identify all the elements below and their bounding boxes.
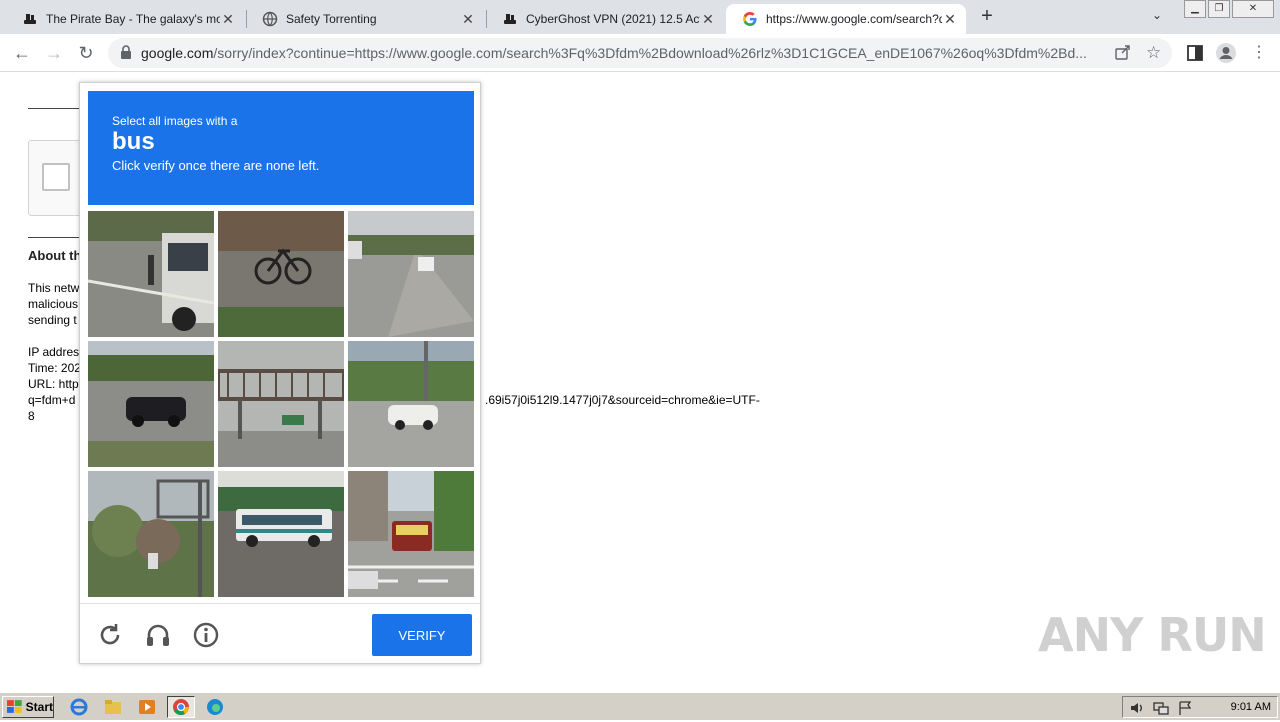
instruction-suffix: Click verify once there are none left. [112,158,320,173]
challenge-footer: VERIFY [80,603,480,663]
new-tab-button[interactable]: + [976,6,998,28]
menu-kebab-icon[interactable]: ⋮ [1248,42,1270,64]
reload-icon[interactable]: ↻ [74,41,98,65]
image-grid [88,211,474,597]
tab-title: Safety Torrenting [286,12,377,26]
image-tile-overhead-sign[interactable] [218,341,344,467]
reload-challenge-icon[interactable] [96,621,124,649]
window-close-button[interactable]: ✕ [1232,0,1274,18]
explanation-line: sending t [28,313,77,327]
address-bar[interactable]: google.com/sorry/index?continue=https://… [108,38,1172,68]
info-icon[interactable] [192,621,220,649]
tab-title: The Pirate Bay - The galaxy's most r [46,12,220,26]
close-icon[interactable]: ✕ [700,11,716,28]
challenge-header: Select all images with a bus Click verif… [88,91,474,205]
restore-button[interactable]: ❐ [1208,0,1230,18]
image-tile-bus-parking-lot[interactable] [218,471,344,597]
chrome-icon [173,699,190,716]
target-object: bus [112,128,155,155]
close-icon[interactable]: ✕ [460,11,476,28]
instruction-prefix: Select all images with a [112,114,238,128]
image-tile-white-car-road[interactable] [348,341,474,467]
url-query-line-tail: .69i57j0i512l9.1477j0j7&sourceid=chrome&… [485,393,760,407]
image-tile-bicycle-rack[interactable] [218,211,344,337]
ip-address-line: IP addres [28,345,80,359]
tab-title: https://www.google.com/search?q= [766,12,942,26]
flag-icon[interactable] [1177,700,1193,716]
file-explorer-icon[interactable] [102,697,124,717]
verify-button[interactable]: VERIFY [372,614,472,656]
tab-cyberghost[interactable]: CyberGhost VPN (2021) 12.5 Activat ✕ [486,4,724,34]
start-label: Start [25,700,53,714]
google-icon [743,12,757,26]
network-icon[interactable] [1153,700,1169,716]
browser-toolbar: ← → ↻ google.com/sorry/index?continue=ht… [0,34,1280,72]
globe-icon [262,11,278,27]
url-line: URL: http [28,377,79,391]
chrome-taskbar-button[interactable] [167,696,195,718]
windows-logo-icon [7,700,22,713]
image-tile-sign-bushes[interactable] [88,471,214,597]
image-tile-street-bus-front[interactable] [348,471,474,597]
tab-google-search[interactable]: https://www.google.com/search?q= ✕ [726,4,966,34]
media-player-icon[interactable] [136,697,158,717]
image-tile-road-car-far[interactable] [348,211,474,337]
lock-icon[interactable] [120,45,132,60]
explanation-line: This netw [28,281,80,295]
explanation-line: malicious [28,297,79,311]
url-host: google.com [141,45,214,61]
tab-strip: The Pirate Bay - The galaxy's most r ✕ S… [0,0,1280,34]
chevron-down-icon[interactable]: ⌄ [1152,8,1162,22]
about-heading: About th [28,248,82,263]
close-icon[interactable]: ✕ [942,11,958,28]
forward-arrow-icon[interactable]: → [42,41,66,65]
internet-explorer-icon[interactable] [68,697,90,717]
tab-safety-torrenting[interactable]: Safety Torrenting ✕ [246,4,484,34]
url-query-line: q=fdm+d [28,393,76,407]
back-arrow-icon[interactable]: ← [10,41,34,65]
anyrun-watermark: ANY RUN [1038,608,1267,662]
edge-icon[interactable] [204,697,226,717]
image-tile-street-bus-side[interactable] [88,211,214,337]
close-icon[interactable]: ✕ [220,11,236,28]
clock: 9:01 AM [1230,701,1271,713]
tab-pirate-bay[interactable]: The Pirate Bay - The galaxy's most r ✕ [6,4,244,34]
time-line: Time: 202 [28,361,81,375]
recaptcha-checkbox[interactable] [42,163,70,191]
profile-avatar-icon[interactable] [1215,42,1237,64]
pirate-ship-icon [504,14,516,24]
start-button[interactable]: Start [2,696,54,718]
system-tray: 9:01 AM [1122,696,1278,718]
recaptcha-challenge: Select all images with a bus Click verif… [79,82,481,664]
image-tile-car-on-road[interactable] [88,341,214,467]
url-query-line-end: 8 [28,409,35,423]
volume-icon[interactable] [1129,700,1145,716]
side-panel-icon[interactable] [1184,42,1206,64]
headphones-icon[interactable] [144,621,172,649]
share-icon[interactable] [1114,43,1132,61]
tab-title: CyberGhost VPN (2021) 12.5 Activat [526,12,700,26]
url-text: google.com/sorry/index?continue=https://… [141,45,1101,61]
windows-taskbar: Start 9:01 AM [0,692,1280,720]
bookmark-star-icon[interactable]: ☆ [1146,43,1161,63]
minimize-button[interactable]: ▁ [1184,0,1206,18]
pirate-ship-icon [24,14,36,24]
url-path: /sorry/index?continue=https://www.google… [213,45,1087,61]
